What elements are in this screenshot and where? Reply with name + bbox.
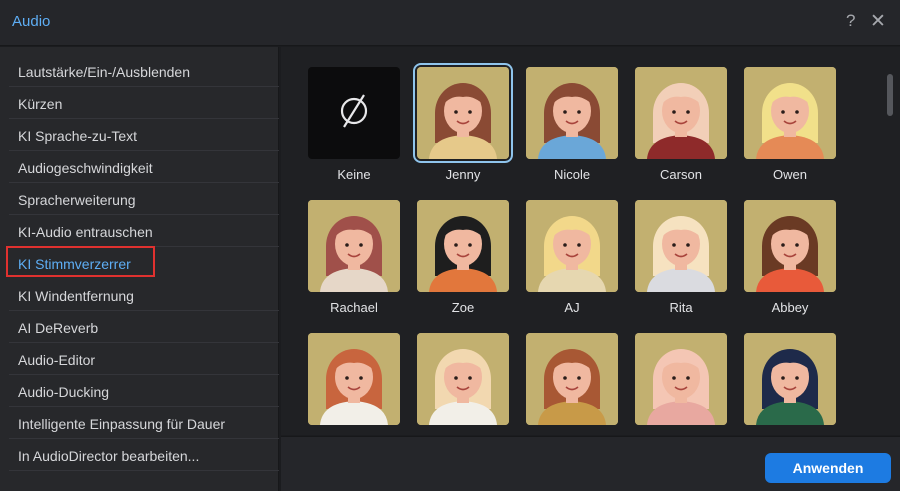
voice-tile[interactable]: Abbey (744, 200, 836, 322)
sidebar-item-label: In AudioDirector bearbeiten... (18, 448, 200, 464)
sidebar-item-audio-denoise[interactable]: KI-Audio entrauschen (9, 215, 279, 247)
voice-grid: Keine Jenny Nicole Carson Owen Rachael Zoe AJ Ri… (281, 47, 900, 435)
voice-avatar[interactable] (417, 333, 509, 425)
voice-name: Abbey (771, 300, 809, 315)
voice-avatar[interactable] (526, 333, 618, 425)
sidebar-item-label: KI Sprache-zu-Text (18, 128, 138, 144)
voice-name: Keine (337, 167, 371, 182)
sidebar-item-dereverb[interactable]: AI DeReverb (9, 311, 279, 343)
sidebar-item-label: KI-Audio entrauschen (18, 224, 153, 240)
sidebar-item-label: Audio-Editor (18, 352, 96, 368)
voice-avatar[interactable] (744, 200, 836, 292)
voice-name: AJ (564, 300, 580, 315)
voice-tile[interactable]: Carson (635, 67, 727, 189)
sidebar-item-label: Intelligente Einpassung für Dauer (18, 416, 226, 432)
sidebar-item-audio-ducking[interactable]: Audio-Ducking (9, 375, 279, 407)
voice-tile[interactable] (308, 333, 400, 435)
sidebar-item-label: Kürzen (18, 96, 63, 112)
sidebar-item-label: Lautstärke/Ein-/Ausblenden (18, 64, 190, 80)
none-icon[interactable] (308, 67, 400, 159)
voice-avatar[interactable] (635, 67, 727, 159)
sidebar-item-label: KI Stimmverzerrer (18, 256, 131, 272)
voice-tile[interactable] (744, 333, 836, 435)
sidebar-item-audio-speed[interactable]: Audiogeschwindigkeit (9, 151, 279, 183)
voice-avatar[interactable] (526, 200, 618, 292)
voice-avatar[interactable] (635, 333, 727, 425)
voice-name: Zoe (451, 300, 475, 315)
voice-name: Carson (660, 167, 702, 182)
voice-tile[interactable]: Nicole (526, 67, 618, 189)
voice-tile[interactable]: Owen (744, 67, 836, 189)
window-title: Audio (12, 13, 51, 30)
sidebar-item-audio-editor[interactable]: Audio-Editor (9, 343, 279, 375)
sidebar-item-trim[interactable]: Kürzen (9, 87, 279, 119)
voice-avatar[interactable] (744, 67, 836, 159)
voice-tile[interactable]: Zoe (417, 200, 509, 322)
close-icon[interactable]: ✕ (870, 10, 886, 33)
voice-avatar[interactable] (417, 200, 509, 292)
sidebar-menu: Lautstärke/Ein-/Ausblenden Kürzen KI Spr… (0, 47, 279, 491)
voice-avatar[interactable] (635, 200, 727, 292)
voice-tile[interactable] (635, 333, 727, 435)
sidebar-item-volume-fade[interactable]: Lautstärke/Ein-/Ausblenden (9, 55, 279, 87)
sidebar-item-audiodirector[interactable]: In AudioDirector bearbeiten... (9, 439, 279, 471)
voice-tile[interactable]: Rachael (308, 200, 400, 322)
voice-avatar[interactable] (413, 63, 513, 163)
voice-avatar[interactable] (744, 333, 836, 425)
voice-tile[interactable]: Jenny (413, 63, 513, 189)
voice-tile[interactable]: Keine (308, 67, 400, 189)
sidebar-item-label: Audio-Ducking (18, 384, 110, 400)
sidebar-item-speech-enhancement[interactable]: Spracherweiterung (9, 183, 279, 215)
title-bar: Audio ? ✕ (0, 0, 900, 46)
sidebar-item-voice-changer[interactable]: KI Stimmverzerrer (9, 247, 279, 279)
voice-avatar[interactable] (526, 67, 618, 159)
voice-avatar[interactable] (308, 333, 400, 425)
voice-name: Nicole (553, 167, 591, 182)
voice-tile[interactable]: Rita (635, 200, 727, 322)
sidebar-item-wind-removal[interactable]: KI Windentfernung (9, 279, 279, 311)
sidebar-item-label: Audiogeschwindigkeit (18, 160, 153, 176)
sidebar-item-smart-fit[interactable]: Intelligente Einpassung für Dauer (9, 407, 279, 439)
voice-name: Jenny (445, 167, 481, 182)
help-icon[interactable]: ? (846, 11, 855, 31)
voice-tile[interactable] (417, 333, 509, 435)
scrollbar-thumb[interactable] (887, 74, 893, 116)
sidebar-item-label: AI DeReverb (18, 320, 99, 336)
voice-tile[interactable]: AJ (526, 200, 618, 322)
voice-name: Rachael (330, 300, 378, 315)
sidebar-item-speech-to-text[interactable]: KI Sprache-zu-Text (9, 119, 279, 151)
apply-button[interactable]: Anwenden (765, 453, 891, 483)
voice-name: Owen (773, 167, 807, 182)
sidebar-item-label: Spracherweiterung (18, 192, 136, 208)
sidebar-item-label: KI Windentfernung (18, 288, 134, 304)
voice-avatar[interactable] (308, 200, 400, 292)
voice-tile[interactable] (526, 333, 618, 435)
voice-name: Rita (669, 300, 693, 315)
